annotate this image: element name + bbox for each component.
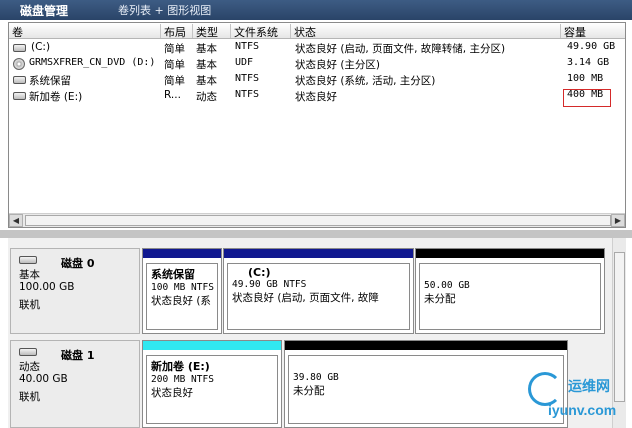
volume-layout: 简单 [164, 43, 185, 55]
disk-row: 磁盘 1 动态 40.00 GB 联机 新加卷 (E:) 200 MB NTFS… [8, 340, 608, 428]
scroll-thumb[interactable] [25, 215, 611, 226]
volume-type: 动态 [196, 91, 217, 103]
disk-row: 磁盘 0 基本 100.00 GB 联机 系统保留 100 MB NTFS 状态… [8, 248, 608, 334]
volume-filesystem: NTFS [235, 73, 260, 84]
volume-layout: 简单 [164, 75, 185, 87]
watermark-swirl-icon [528, 372, 562, 406]
volume-row[interactable]: GRMSXFRER_CN_DVD (D:) 简单 基本 UDF 状态良好 (主分… [9, 56, 625, 72]
partition-title: 系统保留 [151, 268, 195, 281]
volume-type: 基本 [196, 43, 217, 55]
title-bar: 磁盘管理 卷列表 + 图形视图 [0, 0, 632, 20]
volume-filesystem: NTFS [235, 41, 260, 52]
column-header-volume[interactable]: 卷 [9, 24, 161, 39]
volume-row[interactable]: 系统保留 简单 基本 NTFS 状态良好 (系统, 活动, 主分区) 100 M… [9, 72, 625, 88]
volume-capacity: 100 MB [567, 73, 604, 84]
volume-name: GRMSXFRER_CN_DVD (D:) [29, 57, 156, 68]
partition-size: 100 MB NTFS [151, 282, 214, 293]
drive-icon [13, 92, 26, 100]
partition-title: (C:) [248, 266, 271, 279]
volume-capacity: 3.14 GB [567, 57, 610, 68]
disk-kind: 动态 [19, 361, 40, 373]
cd-drive-icon [13, 58, 25, 70]
capacity-highlight-box [563, 89, 611, 107]
volume-name: 新加卷 (E:) [29, 91, 83, 103]
disk-icon [19, 348, 37, 356]
partition-color-bar [143, 249, 221, 258]
disk-state: 联机 [19, 299, 40, 311]
volume-type: 基本 [196, 59, 217, 71]
pane-splitter[interactable] [0, 230, 632, 238]
partition-color-bar [285, 341, 567, 350]
partition-c[interactable]: (C:) 49.90 GB NTFS 状态良好 (启动, 页面文件, 故障 [223, 248, 414, 334]
partition-body: 50.00 GB 未分配 [419, 263, 601, 330]
column-header-type[interactable]: 类型 [193, 24, 231, 39]
scroll-right-icon[interactable]: ▶ [611, 214, 625, 227]
volume-status: 状态良好 (启动, 页面文件, 故障转储, 主分区) [295, 43, 506, 55]
view-switcher[interactable]: 卷列表 + 图形视图 [118, 2, 211, 18]
partition-body: 新加卷 (E:) 200 MB NTFS 状态良好 [146, 355, 278, 424]
volume-capacity: 49.90 GB [567, 41, 616, 52]
column-header-layout[interactable]: 布局 [161, 24, 193, 39]
volume-status: 状态良好 (系统, 活动, 主分区) [295, 75, 436, 87]
partition-status: 状态良好 (系 [151, 295, 211, 307]
disk-name: 磁盘 1 [61, 349, 95, 362]
disk-info[interactable]: 磁盘 0 基本 100.00 GB 联机 [10, 248, 140, 334]
partition-size: 200 MB NTFS [151, 374, 214, 385]
drive-icon [13, 44, 26, 52]
disk-info[interactable]: 磁盘 1 动态 40.00 GB 联机 [10, 340, 140, 428]
watermark-text-en: iyunv.com [548, 402, 617, 418]
volume-status: 状态良好 [295, 91, 337, 103]
partition-body: 系统保留 100 MB NTFS 状态良好 (系 [146, 263, 218, 330]
volume-row[interactable]: 新加卷 (E:) R... 动态 NTFS 状态良好 400 MB [9, 88, 625, 104]
watermark-logo: 运维网 iyunv.com [520, 370, 628, 426]
partition-unallocated[interactable]: 50.00 GB 未分配 [415, 248, 605, 334]
disk-size: 100.00 GB [19, 281, 75, 293]
partition-size: 50.00 GB [424, 280, 470, 291]
volume-filesystem: UDF [235, 57, 254, 68]
volume-list: 卷 布局 类型 文件系统 状态 容量 (C:) 简单 基本 NTFS 状态良好 … [8, 22, 626, 228]
volume-layout: 简单 [164, 59, 185, 71]
disk-name: 磁盘 0 [61, 257, 95, 270]
partition-system-reserved[interactable]: 系统保留 100 MB NTFS 状态良好 (系 [142, 248, 222, 334]
scroll-left-icon[interactable]: ◀ [9, 214, 23, 227]
horizontal-scrollbar[interactable]: ◀ ▶ [9, 213, 625, 227]
partition-color-bar [224, 249, 413, 258]
partition-body: (C:) 49.90 GB NTFS 状态良好 (启动, 页面文件, 故障 [227, 263, 410, 330]
partition-status: 未分配 [424, 293, 456, 305]
column-header-status[interactable]: 状态 [291, 24, 561, 39]
volume-layout: R... [164, 89, 181, 101]
volume-status: 状态良好 (主分区) [295, 59, 381, 71]
partition-title: 新加卷 (E:) [151, 360, 210, 373]
partition-color-bar [416, 249, 604, 258]
volume-row[interactable]: (C:) 简单 基本 NTFS 状态良好 (启动, 页面文件, 故障转储, 主分… [9, 40, 625, 56]
column-header-filesystem[interactable]: 文件系统 [231, 24, 291, 39]
watermark-text-cn: 运维网 [568, 379, 610, 395]
column-header-row: 卷 布局 类型 文件系统 状态 容量 [9, 23, 625, 39]
partition-e[interactable]: 新加卷 (E:) 200 MB NTFS 状态良好 [142, 340, 282, 428]
partition-status: 状态良好 [151, 387, 193, 399]
disk-size: 40.00 GB [19, 373, 68, 385]
partition-size: 49.90 GB NTFS [232, 279, 307, 290]
drive-icon [13, 76, 26, 84]
app-title: 磁盘管理 [20, 3, 69, 18]
partition-status: 状态良好 (启动, 页面文件, 故障 [232, 292, 379, 304]
disk-kind: 基本 [19, 269, 40, 281]
column-header-capacity[interactable]: 容量 [561, 24, 625, 39]
volume-name: 系统保留 [29, 75, 71, 87]
volume-filesystem: NTFS [235, 89, 260, 100]
disk-state: 联机 [19, 391, 40, 403]
partition-color-bar [143, 341, 281, 350]
volume-type: 基本 [196, 75, 217, 87]
volume-name: (C:) [31, 41, 51, 53]
disk-icon [19, 256, 37, 264]
